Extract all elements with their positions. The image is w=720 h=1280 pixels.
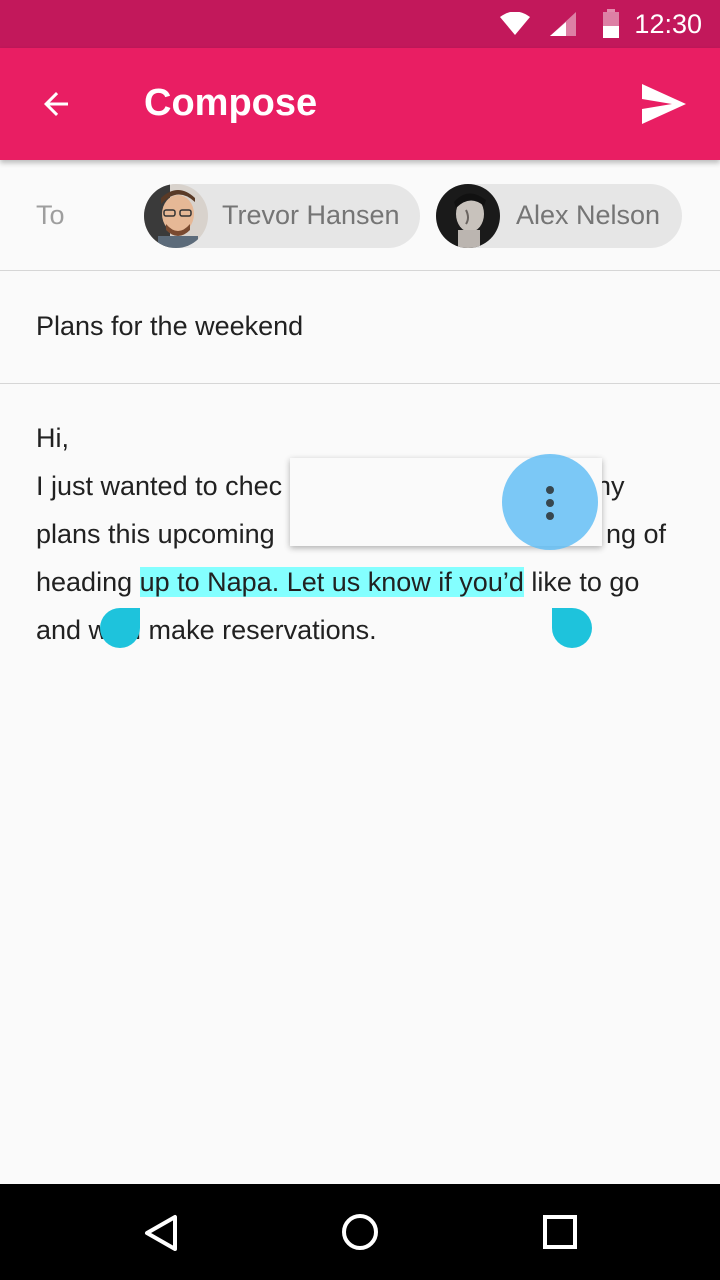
- text-selection-toolbar: [290, 454, 602, 550]
- selected-text[interactable]: up to Napa. Let us know if you’d: [139, 567, 524, 597]
- more-vert-dot: [546, 499, 554, 507]
- back-triangle-icon[interactable]: [142, 1214, 180, 1252]
- selection-handle-start[interactable]: [100, 608, 140, 648]
- body-line: I just wanted to chec: [36, 462, 282, 510]
- app-bar: Compose: [0, 48, 720, 160]
- body-text-segment: I just wanted to chec: [36, 471, 283, 501]
- battery-icon: [603, 9, 619, 38]
- avatar-trevor-hansen: [144, 184, 208, 248]
- chip-name: Alex Nelson: [516, 200, 661, 230]
- recents-square-icon[interactable]: [542, 1214, 578, 1250]
- body-line: Hi,: [36, 423, 69, 453]
- page-title: Compose: [144, 82, 318, 124]
- avatar-alex-nelson: [436, 184, 500, 248]
- status-bar: 12:30: [0, 0, 720, 48]
- body-line: plans this upcoming: [36, 510, 275, 558]
- arrow-back-icon[interactable]: [38, 86, 74, 122]
- subject-row[interactable]: Plans for the weekend: [0, 271, 720, 384]
- selection-handle-end[interactable]: [552, 608, 592, 648]
- chip-name: Trevor Hansen: [222, 200, 400, 230]
- body-text-segment: heading: [36, 567, 140, 597]
- more-vert-dot: [546, 512, 554, 520]
- body-line: heading up to Napa. Let us know if you’d…: [36, 558, 639, 606]
- recipients-row: To Trevor Hansen Alex Nelson: [0, 160, 720, 271]
- subject-field[interactable]: Plans for the weekend: [36, 311, 303, 342]
- navigation-bar: [0, 1184, 720, 1280]
- to-label: To: [36, 200, 65, 230]
- home-circle-icon[interactable]: [340, 1212, 380, 1252]
- wifi-icon: [500, 12, 530, 35]
- cell-signal-icon: [550, 12, 576, 36]
- body-line-end: ng of: [606, 519, 667, 549]
- send-icon[interactable]: [640, 82, 688, 126]
- body-text-segment: plans this upcoming: [36, 519, 275, 549]
- recipient-chip-alex-nelson[interactable]: Alex Nelson: [436, 184, 682, 248]
- recipient-chip-trevor-hansen[interactable]: Trevor Hansen: [144, 184, 420, 248]
- clock: 12:30: [634, 9, 702, 39]
- body-line: and we’ll make reservations.: [36, 615, 377, 645]
- more-vert-dot: [546, 486, 554, 494]
- body-text-segment: like to go: [523, 567, 640, 597]
